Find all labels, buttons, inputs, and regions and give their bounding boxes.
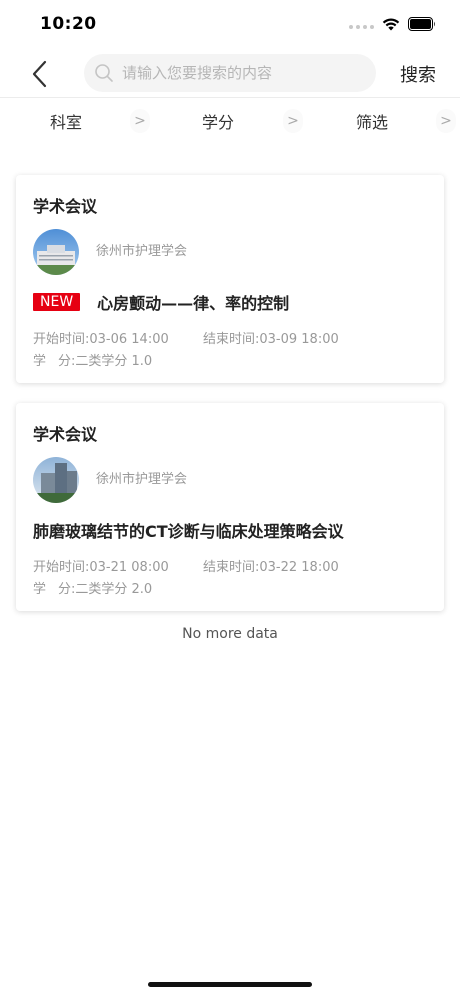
- status-icons: [349, 17, 436, 31]
- credit-value: :二类学分 1.0: [71, 354, 153, 369]
- time-row: 开始时间:03-06 14:00 结束时间:03-09 18:00: [33, 328, 339, 347]
- start-time: 开始时间:03-21 08:00: [33, 560, 169, 575]
- filter-label: 学分: [201, 113, 234, 132]
- credit-row: 学 分 :二类学分 2.0: [33, 578, 152, 597]
- new-badge: NEW: [33, 293, 81, 311]
- credit-label-char: 学: [33, 582, 47, 597]
- status-bar: 10:20: [0, 0, 460, 50]
- conference-card[interactable]: 学术会议 徐州市护理学会 肺磨玻璃结节的CT诊断与临床处理策略会议 开始时间:0…: [16, 403, 444, 611]
- filter-credit[interactable]: 学分: [168, 99, 268, 143]
- start-time: 开始时间:03-06 14:00: [33, 332, 169, 347]
- card-title: 心房颤动——律、率的控制: [97, 294, 290, 313]
- credit-value: :二类学分 2.0: [71, 582, 153, 597]
- credit-label-char: 分: [57, 354, 71, 369]
- filter-more[interactable]: 筛选: [322, 99, 422, 143]
- credit-label-char: 学: [33, 354, 47, 369]
- search-box[interactable]: [84, 54, 376, 92]
- card-title: 肺磨玻璃结节的CT诊断与临床处理策略会议: [33, 522, 344, 541]
- search-icon: [94, 63, 114, 83]
- chevron-right-icon: >: [283, 109, 303, 133]
- signal-icon: [349, 19, 374, 29]
- search-input[interactable]: [122, 64, 362, 82]
- org-name: 徐州市护理学会: [96, 244, 188, 259]
- conference-card[interactable]: 学术会议 徐州市护理学会 NEW 心房颤动——律、率的控制 开始时间:03-06…: [16, 175, 444, 383]
- card-type: 学术会议: [33, 425, 98, 444]
- back-button[interactable]: [24, 58, 54, 90]
- credit-row: 学 分 :二类学分 1.0: [33, 350, 152, 369]
- time-row: 开始时间:03-21 08:00 结束时间:03-22 18:00: [33, 556, 339, 575]
- wifi-icon: [382, 18, 400, 31]
- org-avatar: [33, 229, 79, 275]
- conference-list: 学术会议 徐州市护理学会 NEW 心房颤动——律、率的控制 开始时间:03-06…: [16, 175, 444, 631]
- chevron-right-icon: >: [130, 109, 150, 133]
- chevron-left-icon: [32, 60, 47, 88]
- filter-label: 筛选: [355, 113, 388, 132]
- chevron-right-icon: >: [436, 109, 456, 133]
- card-type: 学术会议: [33, 197, 98, 216]
- status-time: 10:20: [40, 14, 97, 34]
- credit-label: 学 分: [33, 350, 71, 369]
- filter-department[interactable]: 科室: [16, 99, 116, 143]
- no-more-data: No more data: [182, 626, 278, 642]
- title-row: NEW 心房颤动——律、率的控制: [33, 290, 289, 314]
- nav-bar: 搜索: [0, 50, 460, 98]
- credit-label: 学 分: [33, 578, 71, 597]
- filter-label: 科室: [49, 113, 82, 132]
- credit-label-char: 分: [57, 582, 71, 597]
- battery-icon: [408, 17, 435, 31]
- search-button[interactable]: 搜索: [400, 61, 436, 87]
- end-time: 结束时间:03-09 18:00: [203, 332, 339, 347]
- home-indicator[interactable]: [148, 982, 312, 987]
- filter-bar: 科室 > 学分 > 筛选 >: [0, 99, 460, 143]
- org-avatar: [33, 457, 79, 503]
- end-time: 结束时间:03-22 18:00: [203, 560, 339, 575]
- org-name: 徐州市护理学会: [96, 472, 188, 487]
- title-row: 肺磨玻璃结节的CT诊断与临床处理策略会议: [33, 518, 344, 542]
